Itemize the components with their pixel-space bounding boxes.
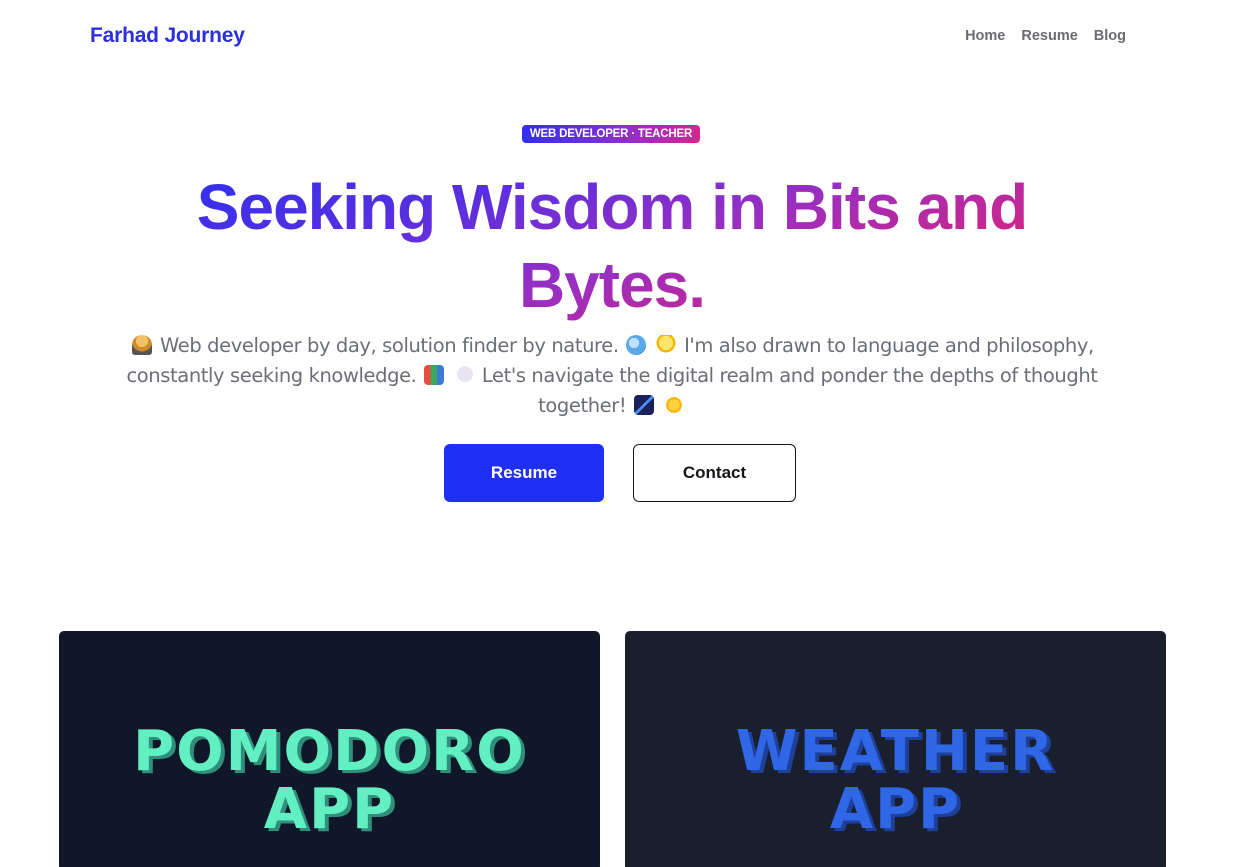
top-navigation: Farhad Journey Home Resume Blog xyxy=(0,0,1240,74)
project-card-weather[interactable]: WEATHER APP xyxy=(625,631,1166,867)
shooting-star-icon xyxy=(634,395,655,415)
light-bulb-icon xyxy=(656,335,677,355)
contact-button[interactable]: Contact xyxy=(633,444,796,502)
page: Farhad Journey Home Resume Blog WEB DEVE… xyxy=(0,0,1240,867)
hero-intro: Web developer by day, solution finder by… xyxy=(120,331,1104,421)
intro-part-3: Let's navigate the digital realm and pon… xyxy=(481,364,1098,417)
role-badge-container: WEB DEVELOPER · TEACHER xyxy=(0,124,1240,143)
globe-icon xyxy=(626,335,647,355)
brand-logo-link[interactable]: Farhad Journey xyxy=(90,24,245,48)
project-card-pomodoro[interactable]: POMODORO APP xyxy=(59,631,600,867)
nav-links: Home Resume Blog xyxy=(965,28,1126,44)
thought-balloon-icon xyxy=(454,365,475,385)
sun-icon xyxy=(663,395,684,415)
project-title: WEATHER APP xyxy=(735,719,1056,842)
project-title: POMODORO APP xyxy=(133,719,526,842)
role-badge: WEB DEVELOPER · TEACHER xyxy=(521,125,701,143)
technologist-icon xyxy=(132,335,153,355)
nav-link-resume[interactable]: Resume xyxy=(1021,28,1077,44)
books-icon xyxy=(424,365,445,385)
nav-link-blog[interactable]: Blog xyxy=(1094,28,1126,44)
nav-link-home[interactable]: Home xyxy=(965,28,1005,44)
hero-headline: Seeking Wisdom in Bits and Bytes. xyxy=(150,168,1074,324)
intro-part-1: Web developer by day, solution finder by… xyxy=(160,334,619,357)
hero-buttons: Resume Contact xyxy=(0,444,1240,502)
resume-button[interactable]: Resume xyxy=(444,444,604,502)
